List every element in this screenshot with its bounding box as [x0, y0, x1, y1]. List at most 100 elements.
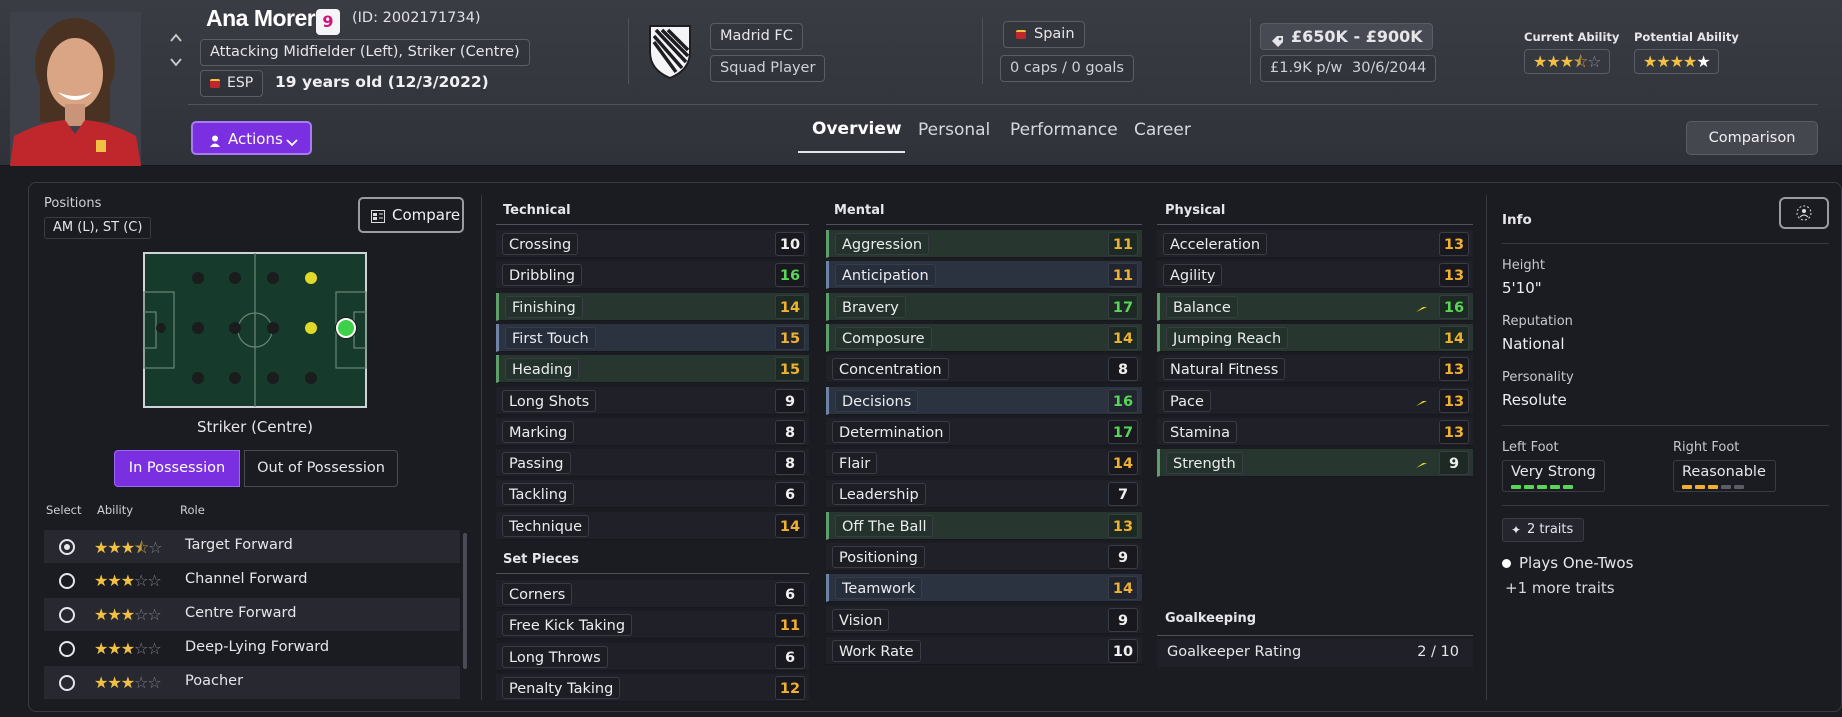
attribute-row[interactable]: Balance 16 [1157, 292, 1473, 321]
actions-button[interactable]: Actions [191, 121, 312, 155]
attribute-value: 14 [775, 294, 805, 319]
sparkle-icon: ✦ [1511, 523, 1522, 537]
nation-chip[interactable]: Spain [1003, 21, 1085, 48]
left-foot-label: Left Foot [1502, 440, 1559, 455]
attribute-row[interactable]: Finishing 14 [496, 292, 809, 321]
role-radio-button[interactable] [59, 675, 75, 691]
selected-position-label: Striker (Centre) [197, 418, 313, 436]
mental-title: Mental [834, 203, 885, 218]
nav-up-arrow-icon[interactable] [169, 31, 183, 45]
attribute-row[interactable]: Bravery 17 [826, 292, 1142, 321]
contract-text: 30/6/2044 [1351, 60, 1427, 76]
more-traits-link[interactable]: +1 more traits [1505, 579, 1615, 597]
attribute-row[interactable]: Natural Fitness 13 [1157, 355, 1473, 384]
traits-chip[interactable]: ✦ 2 traits [1502, 518, 1584, 542]
attribute-row[interactable]: Acceleration 13 [1157, 230, 1473, 258]
attribute-row[interactable]: Stamina 13 [1157, 417, 1473, 446]
flag-icon [1016, 30, 1026, 39]
attribute-row[interactable]: Long Throws 6 [496, 642, 809, 671]
attribute-name: Crossing [502, 233, 579, 255]
role-row[interactable]: ★★★☆☆ Centre Forward [44, 598, 460, 631]
attribute-value: 9 [1108, 607, 1138, 632]
pitch-position-dot [229, 372, 241, 384]
attribute-row[interactable]: Leadership 7 [826, 480, 1142, 509]
shirt-number-badge: 9 [316, 9, 340, 35]
attribute-row[interactable]: Passing 8 [496, 449, 809, 478]
attribute-row[interactable]: Anticipation 11 [826, 261, 1142, 290]
attribute-row[interactable]: Tackling 6 [496, 480, 809, 509]
attribute-row[interactable]: Composure 14 [826, 323, 1142, 352]
attribute-value: 11 [1108, 263, 1138, 288]
height-value: 5'10" [1502, 279, 1542, 297]
role-row[interactable]: ★★★☆☆ Poacher [44, 666, 460, 699]
foot-meter-segment [1511, 485, 1521, 489]
compare-label: Compare [392, 206, 461, 224]
tab-performance[interactable]: Performance [1010, 120, 1118, 140]
attribute-row[interactable]: Crossing 10 [496, 230, 809, 258]
attribute-value: 13 [1439, 263, 1469, 288]
key-attribute-icon [1415, 457, 1431, 469]
compare-button[interactable]: Compare [358, 197, 464, 233]
attribute-row[interactable]: Corners 6 [496, 580, 809, 608]
user-icon [209, 133, 221, 147]
roles-scrollbar[interactable] [463, 533, 467, 669]
left-foot-chip: Very Strong [1502, 460, 1605, 492]
pitch-position-dot [267, 322, 279, 334]
attribute-value: 17 [1108, 419, 1138, 444]
out-of-possession-button[interactable]: Out of Possession [244, 450, 398, 487]
pitch-position-dot-am-left [305, 272, 317, 284]
attribute-row[interactable]: Jumping Reach 14 [1157, 323, 1473, 352]
role-radio-button[interactable] [59, 607, 75, 623]
attribute-row[interactable]: Dribbling 16 [496, 261, 809, 290]
goalkeeper-rating-value: 2 / 10 [1417, 644, 1459, 660]
attribute-value: 14 [1108, 325, 1138, 350]
roles-header-role: Role [180, 503, 205, 517]
attribute-row[interactable]: Teamwork 14 [826, 574, 1142, 603]
role-name: Deep-Lying Forward [185, 639, 330, 655]
comparison-button[interactable]: Comparison [1686, 121, 1818, 155]
tab-personal[interactable]: Personal [918, 120, 990, 140]
role-row[interactable]: ★★★☆☆ Deep-Lying Forward [44, 632, 460, 665]
club-name-chip[interactable]: Madrid FC [710, 23, 803, 50]
tab-overview[interactable]: Overview [812, 119, 902, 139]
profile-settings-button[interactable] [1779, 197, 1829, 229]
attribute-row[interactable]: Work Rate 10 [826, 636, 1142, 665]
attribute-row[interactable]: Heading 15 [496, 355, 809, 384]
tab-career[interactable]: Career [1134, 120, 1191, 140]
mental-attributes: Aggression 11 Anticipation 11 Bravery 17 Compo… [826, 230, 1142, 670]
player-id: (ID: 2002171734) [352, 10, 481, 26]
attribute-row[interactable]: First Touch 15 [496, 323, 809, 352]
attribute-row[interactable]: Vision 9 [826, 605, 1142, 634]
attribute-row[interactable]: Free Kick Taking 11 [496, 611, 809, 640]
attribute-name: Dribbling [502, 264, 583, 287]
attribute-row[interactable]: Pace 13 [1157, 386, 1473, 415]
attribute-row[interactable]: Determination 17 [826, 417, 1142, 446]
attribute-row[interactable]: Long Shots 9 [496, 386, 809, 415]
attribute-name: Anticipation [835, 264, 936, 287]
attribute-row[interactable]: Concentration 8 [826, 355, 1142, 384]
role-radio-button[interactable] [59, 641, 75, 657]
attribute-name: Flair [832, 452, 878, 475]
attribute-row[interactable]: Agility 13 [1157, 261, 1473, 290]
attribute-row[interactable]: Marking 8 [496, 417, 809, 446]
attribute-row[interactable]: Off The Ball 13 [826, 511, 1142, 540]
attribute-row[interactable]: Decisions 16 [826, 386, 1142, 415]
attribute-row[interactable]: Aggression 11 [826, 230, 1142, 258]
potential-ability-stars: ★★★★★ [1634, 49, 1719, 74]
in-possession-button[interactable]: In Possession [114, 450, 240, 487]
attribute-row[interactable]: Penalty Taking 12 [496, 673, 809, 702]
nav-down-arrow-icon[interactable] [169, 55, 183, 69]
role-row[interactable]: ★★★⯪☆ Target Forward [44, 530, 460, 563]
role-radio-button[interactable] [59, 573, 75, 589]
club-crest-icon [646, 22, 694, 80]
attribute-row[interactable]: Flair 14 [826, 449, 1142, 478]
attribute-value: 15 [775, 357, 805, 382]
current-ability-stars: ★★★⯪☆ [1524, 49, 1610, 74]
attribute-name: Pace [1163, 389, 1211, 412]
pitch-position-dot-st-selected [336, 318, 356, 338]
attribute-row[interactable]: Positioning 9 [826, 543, 1142, 571]
attribute-row[interactable]: Technique 14 [496, 511, 809, 540]
role-radio-button[interactable] [59, 539, 75, 555]
role-row[interactable]: ★★★☆☆ Channel Forward [44, 564, 460, 597]
attribute-row[interactable]: Strength 9 [1157, 449, 1473, 478]
